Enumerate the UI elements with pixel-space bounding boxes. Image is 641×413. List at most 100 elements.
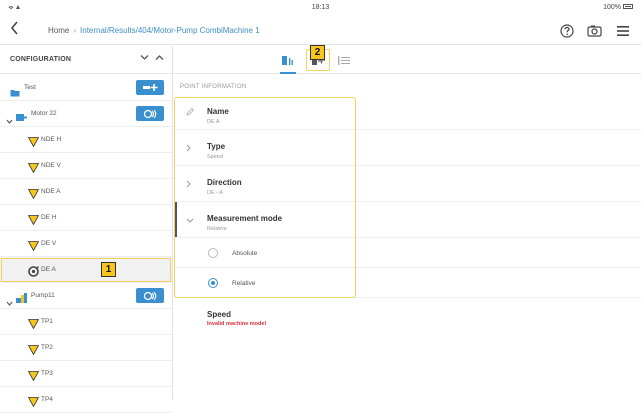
sensor-icon	[143, 291, 157, 300]
step-marker-1: 1	[101, 262, 116, 277]
tree-item-label: NDE A	[41, 188, 61, 195]
camera-settings-icon	[587, 25, 602, 37]
tree-item-label: DE A	[41, 266, 56, 273]
pump-icon	[16, 290, 28, 308]
sidebar-header: CONFIGURATION	[0, 46, 172, 74]
tree-item-label: DE H	[41, 214, 57, 221]
breadcrumb-separator: ›	[73, 26, 77, 35]
tree-item-de-h[interactable]: DE H	[0, 205, 172, 231]
direction-value: DE - A	[207, 190, 223, 196]
back-button[interactable]	[6, 21, 24, 41]
point-info-tab-icon	[282, 55, 293, 65]
motor-icon	[16, 109, 27, 127]
warning-triangle-icon	[27, 160, 40, 178]
add-point-button[interactable]	[136, 80, 164, 95]
tree-item-label: Pump11	[31, 292, 55, 299]
name-label: Name	[207, 107, 229, 116]
radio-absolute[interactable]	[208, 248, 218, 258]
warning-triangle-icon	[27, 238, 40, 256]
measurement-mode-row[interactable]: Measurement mode Relative	[174, 202, 641, 238]
tree-item-label: TP3	[41, 370, 53, 377]
tree-item-de-a[interactable]: DE A 1	[0, 257, 172, 283]
type-row[interactable]: Type Speed	[174, 130, 641, 166]
status-bar: 18:13 100%	[0, 0, 641, 17]
section-title: POINT INFORMATION	[180, 84, 247, 90]
tree-item-label: TP2	[41, 344, 53, 351]
option-relative[interactable]: Relative	[174, 268, 641, 298]
asset-folder-icon	[10, 84, 20, 102]
nav-actions	[559, 22, 631, 40]
speed-row[interactable]: Speed Invalid machine model	[174, 298, 641, 338]
tree-item-tp4[interactable]: TP4	[0, 387, 172, 413]
tree-item-label: Motor 22	[31, 110, 57, 117]
warning-triangle-icon	[27, 316, 40, 334]
tree-item-label: DE V	[41, 240, 57, 247]
chevron-right-icon	[186, 180, 191, 190]
sensor-icon	[143, 109, 157, 118]
expand-all-button[interactable]	[155, 53, 164, 63]
warning-triangle-icon	[27, 394, 40, 412]
asset-tree: Test Motor 22 NDE H NDE V NDE A DE H DE …	[0, 75, 172, 413]
breadcrumb-path[interactable]: Internal/Results/404/Motor-Pump CombiMac…	[80, 26, 260, 35]
name-value: DE A	[207, 119, 220, 125]
warning-triangle-icon	[27, 186, 40, 204]
configuration-sidebar: CONFIGURATION Test Motor 22 NDE H NDE V …	[0, 46, 173, 413]
measurement-mode-label: Measurement mode	[207, 214, 283, 223]
sidebar-title: CONFIGURATION	[10, 56, 72, 63]
measurement-mode-value: Relative	[207, 226, 227, 232]
collapse-all-button[interactable]	[140, 53, 149, 63]
menu-icon	[617, 26, 629, 36]
radio-relative[interactable]	[208, 278, 218, 288]
camera-settings-button[interactable]	[587, 23, 603, 39]
tree-item-label: NDE V	[41, 162, 61, 169]
tree-item-tp3[interactable]: TP3	[0, 361, 172, 387]
battery-icon	[623, 3, 633, 9]
point-detail-panel: 2 POINT INFORMATION Name DE A Type Speed	[174, 45, 641, 400]
option-relative-label: Relative	[232, 280, 256, 287]
warning-triangle-icon	[27, 134, 40, 152]
point-information-list: Name DE A Type Speed Direction DE - A Me…	[174, 97, 641, 338]
tree-item-pump11[interactable]: Pump11	[0, 283, 172, 309]
chevron-up-icon	[155, 55, 164, 60]
expanded-indicator	[174, 202, 177, 237]
type-value: Speed	[207, 154, 223, 160]
battery-status: 100%	[603, 3, 633, 11]
direction-label: Direction	[207, 178, 242, 187]
tree-item-label: Test	[24, 84, 36, 91]
list-tab-icon	[338, 55, 350, 65]
point-ok-icon	[28, 264, 39, 282]
edit-pencil-icon	[186, 107, 195, 118]
nav-bar: Home › Internal/Results/404/Motor-Pump Com…	[0, 17, 641, 45]
detail-tabs: 2	[174, 45, 641, 74]
menu-button[interactable]	[615, 23, 631, 39]
battery-level: 100%	[603, 4, 621, 11]
direction-row[interactable]: Direction DE - A	[174, 166, 641, 202]
name-row[interactable]: Name DE A	[174, 97, 641, 130]
sensor-button[interactable]	[136, 106, 164, 121]
tree-item-nde-v[interactable]: NDE V	[0, 153, 172, 179]
tab-list[interactable]	[334, 53, 354, 67]
tree-item-de-v[interactable]: DE V	[0, 231, 172, 257]
add-point-icon	[143, 84, 158, 91]
tree-item-label: NDE H	[41, 136, 62, 143]
warning-triangle-icon	[27, 212, 40, 230]
tree-item-nde-h[interactable]: NDE H	[0, 127, 172, 153]
status-time: 18:13	[311, 4, 330, 11]
tree-item-nde-a[interactable]: NDE A	[0, 179, 172, 205]
option-absolute[interactable]: Absolute	[174, 238, 641, 268]
tree-item-tp1[interactable]: TP1	[0, 309, 172, 335]
tree-item-tp2[interactable]: TP2	[0, 335, 172, 361]
chevron-left-icon	[10, 21, 18, 35]
breadcrumb-home[interactable]: Home	[48, 26, 69, 35]
tree-item-test[interactable]: Test	[0, 75, 172, 101]
type-label: Type	[207, 142, 226, 151]
help-icon	[560, 24, 574, 38]
sensor-button[interactable]	[136, 288, 164, 303]
speed-error: Invalid machine model	[207, 321, 266, 327]
tree-item-label: TP1	[41, 318, 53, 325]
breadcrumb: Home › Internal/Results/404/Motor-Pump Com…	[48, 26, 260, 35]
tree-item-motor-22[interactable]: Motor 22	[0, 101, 172, 127]
option-absolute-label: Absolute	[232, 250, 258, 257]
tab-point-info[interactable]	[278, 53, 298, 74]
help-button[interactable]	[559, 23, 575, 39]
